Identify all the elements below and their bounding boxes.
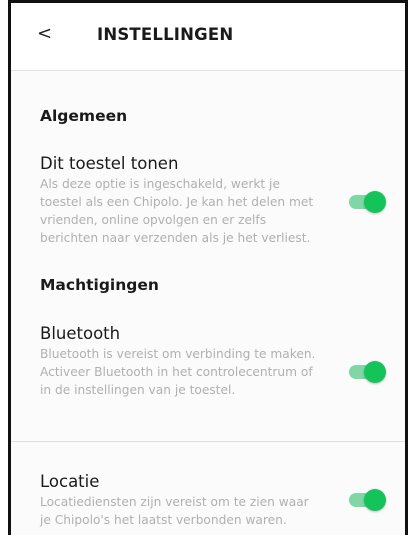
setting-title-show-device: Dit toestel tonen <box>40 154 179 173</box>
settings-screen: < INSTELLINGEN Algemeen Dit toestel tone… <box>8 0 408 535</box>
setting-title-location: Locatie <box>40 472 100 491</box>
toggle-show-device[interactable] <box>349 191 386 213</box>
top-bar: < INSTELLINGEN <box>11 3 405 71</box>
divider <box>11 441 405 442</box>
setting-description-bluetooth: Bluetooth is vereist om verbinding te ma… <box>40 347 316 397</box>
setting-description-location: Locatiediensten zijn vereist om te zien … <box>40 495 309 527</box>
setting-description-show-device: Als deze optie is ingeschakeld, werkt je… <box>40 177 314 245</box>
section-title-general: Algemeen <box>40 107 128 125</box>
toggle-knob <box>364 361 386 383</box>
section-title-permissions: Machtigingen <box>40 276 159 294</box>
toggle-knob <box>364 191 386 213</box>
back-icon[interactable]: < <box>37 22 52 46</box>
toggle-location[interactable] <box>349 489 386 511</box>
toggle-knob <box>364 489 386 511</box>
toggle-bluetooth[interactable] <box>349 361 386 383</box>
setting-title-bluetooth: Bluetooth <box>40 324 121 343</box>
page-title: INSTELLINGEN <box>97 25 234 44</box>
